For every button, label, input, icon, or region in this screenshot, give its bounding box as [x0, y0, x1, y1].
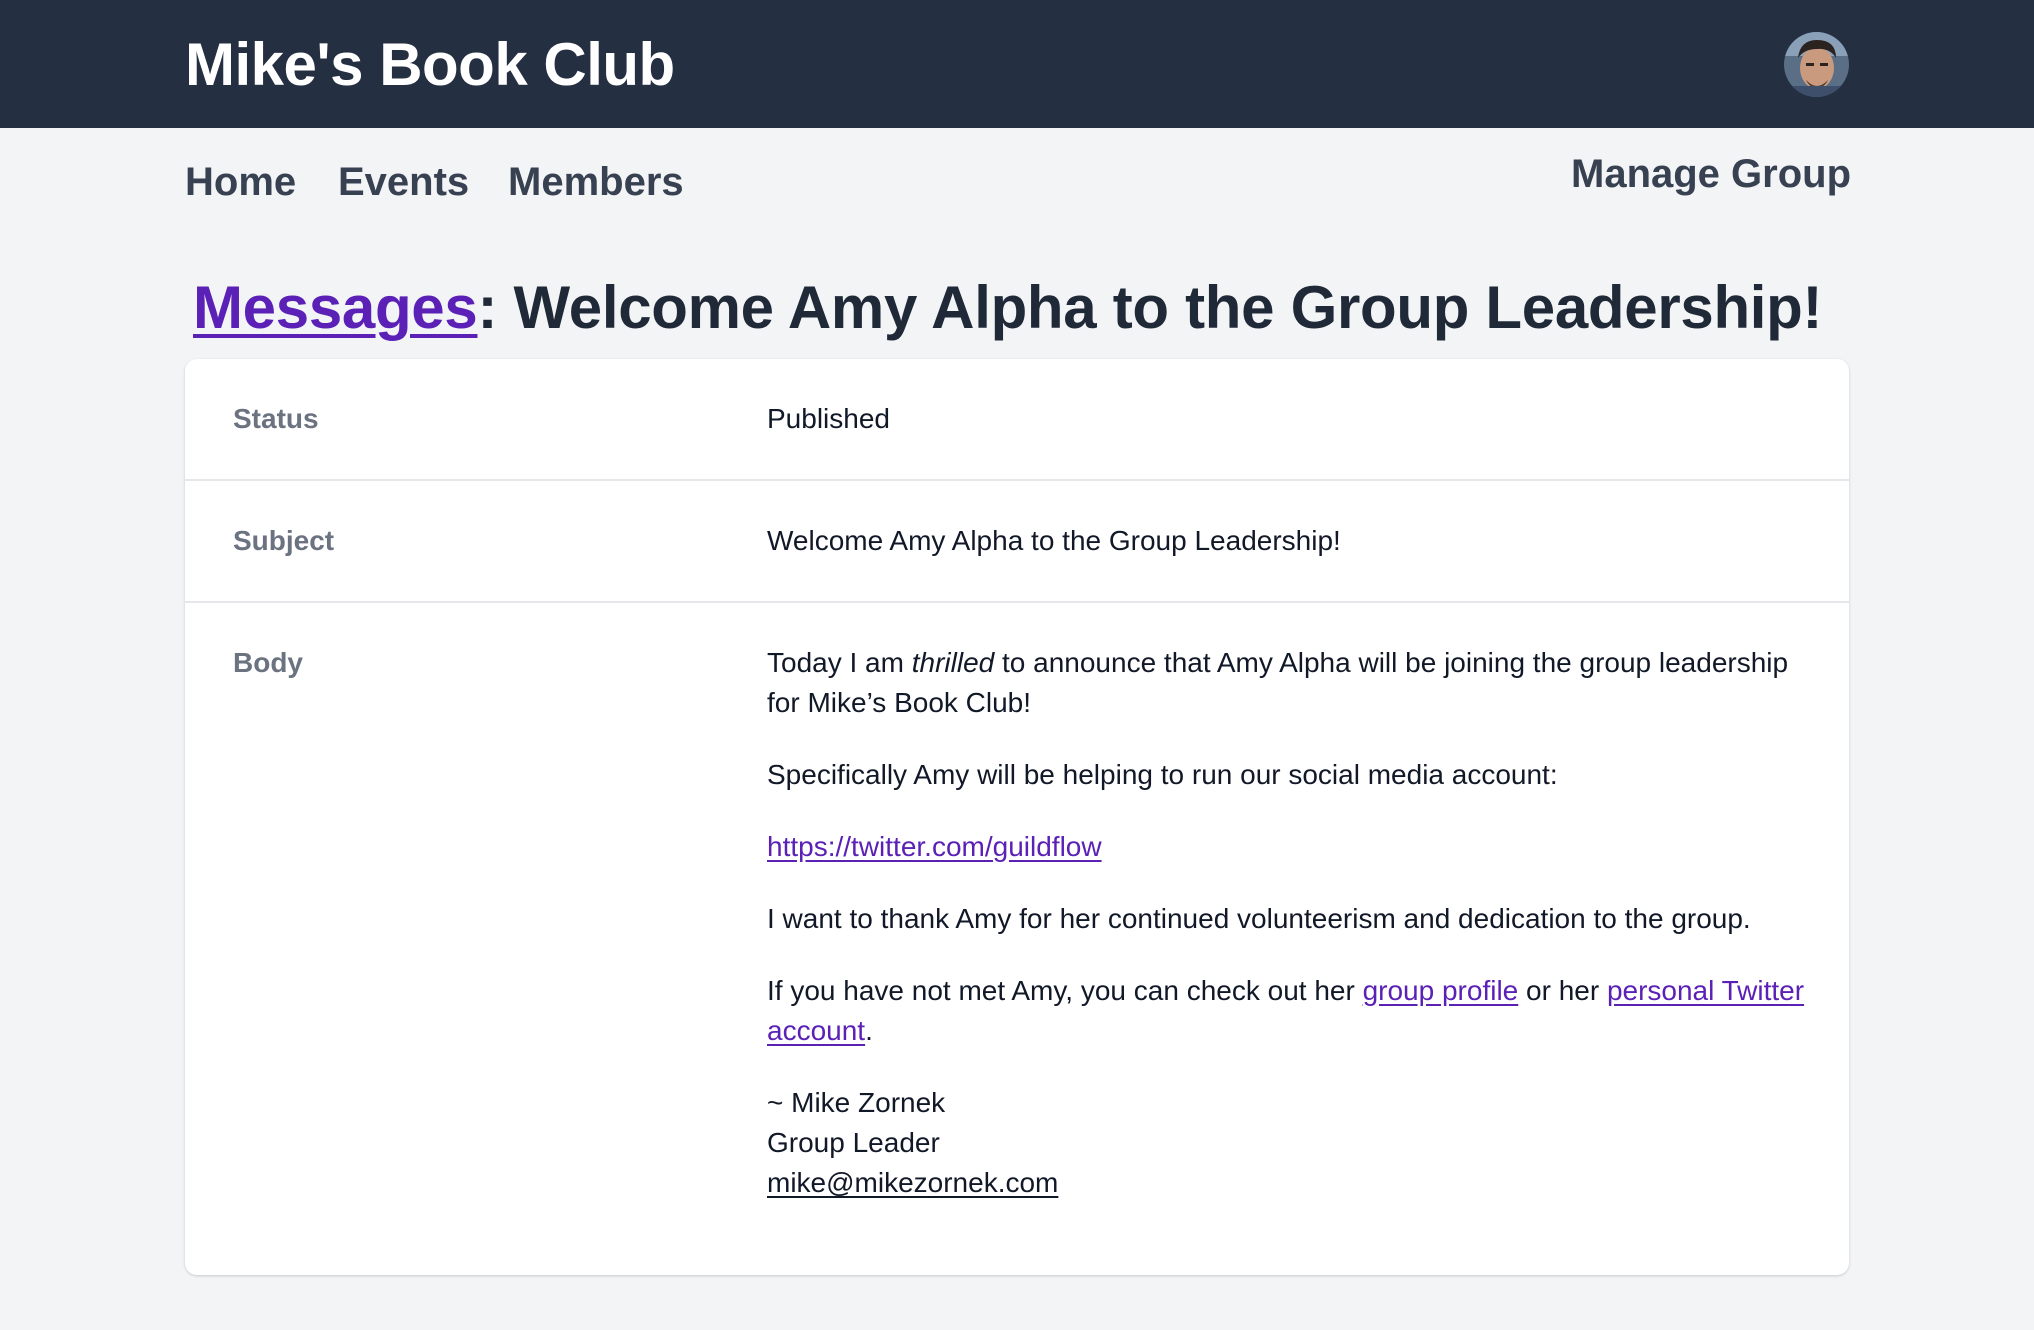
avatar-image: [1784, 32, 1849, 97]
signature-name: ~ Mike Zornek: [767, 1087, 946, 1118]
status-value: Published: [767, 403, 890, 434]
status-label: Status: [233, 403, 319, 434]
emphasis-text: thrilled: [911, 647, 995, 678]
body-paragraph: Today I am thrilled to announce that Amy…: [767, 643, 1807, 723]
page-title: Messages: Welcome Amy Alpha to the Group…: [193, 270, 1823, 346]
body-text: or her: [1518, 975, 1607, 1006]
group-profile-link[interactable]: group profile: [1363, 975, 1519, 1006]
user-avatar-icon[interactable]: [1784, 32, 1849, 97]
body-paragraph: Specifically Amy will be helping to run …: [767, 759, 1558, 790]
status-row: Status Published: [185, 359, 1849, 479]
body-paragraph: I want to thank Amy for her continued vo…: [767, 903, 1751, 934]
nav-members[interactable]: Members: [508, 158, 684, 206]
message-details-card: Status Published Subject Welcome Amy Alp…: [185, 359, 1849, 1275]
nav-manage-group[interactable]: Manage Group: [1571, 150, 1851, 198]
signature-email-link[interactable]: mike@mikezornek.com: [767, 1167, 1058, 1198]
body-text: Today I am: [767, 647, 912, 678]
body-paragraph: If you have not met Amy, you can check o…: [767, 971, 1807, 1051]
nav-home[interactable]: Home: [185, 158, 296, 206]
body-row: Body Today I am thrilled to announce tha…: [185, 603, 1849, 1275]
subject-label: Subject: [233, 525, 335, 556]
body-text: If you have not met Amy, you can check o…: [767, 975, 1363, 1006]
message-body: Today I am thrilled to announce that Amy…: [767, 643, 1807, 1203]
signature-role: Group Leader: [767, 1127, 940, 1158]
nav-events[interactable]: Events: [338, 158, 469, 206]
twitter-link[interactable]: https://twitter.com/guildflow: [767, 831, 1102, 862]
subject-value: Welcome Amy Alpha to the Group Leadershi…: [767, 525, 1341, 556]
page-title-text: : Welcome Amy Alpha to the Group Leaders…: [477, 274, 1823, 341]
signature: ~ Mike Zornek Group Leader mike@mikezornek…: [767, 1083, 1807, 1203]
body-label: Body: [233, 647, 303, 678]
body-text: .: [865, 1015, 873, 1046]
brand-title[interactable]: Mike's Book Club: [185, 28, 675, 102]
body-paragraph: https://twitter.com/guildflow: [767, 827, 1807, 867]
subject-row: Subject Welcome Amy Alpha to the Group L…: [185, 481, 1849, 601]
top-bar: Mike's Book Club: [0, 0, 2034, 128]
messages-breadcrumb-link[interactable]: Messages: [193, 274, 478, 341]
